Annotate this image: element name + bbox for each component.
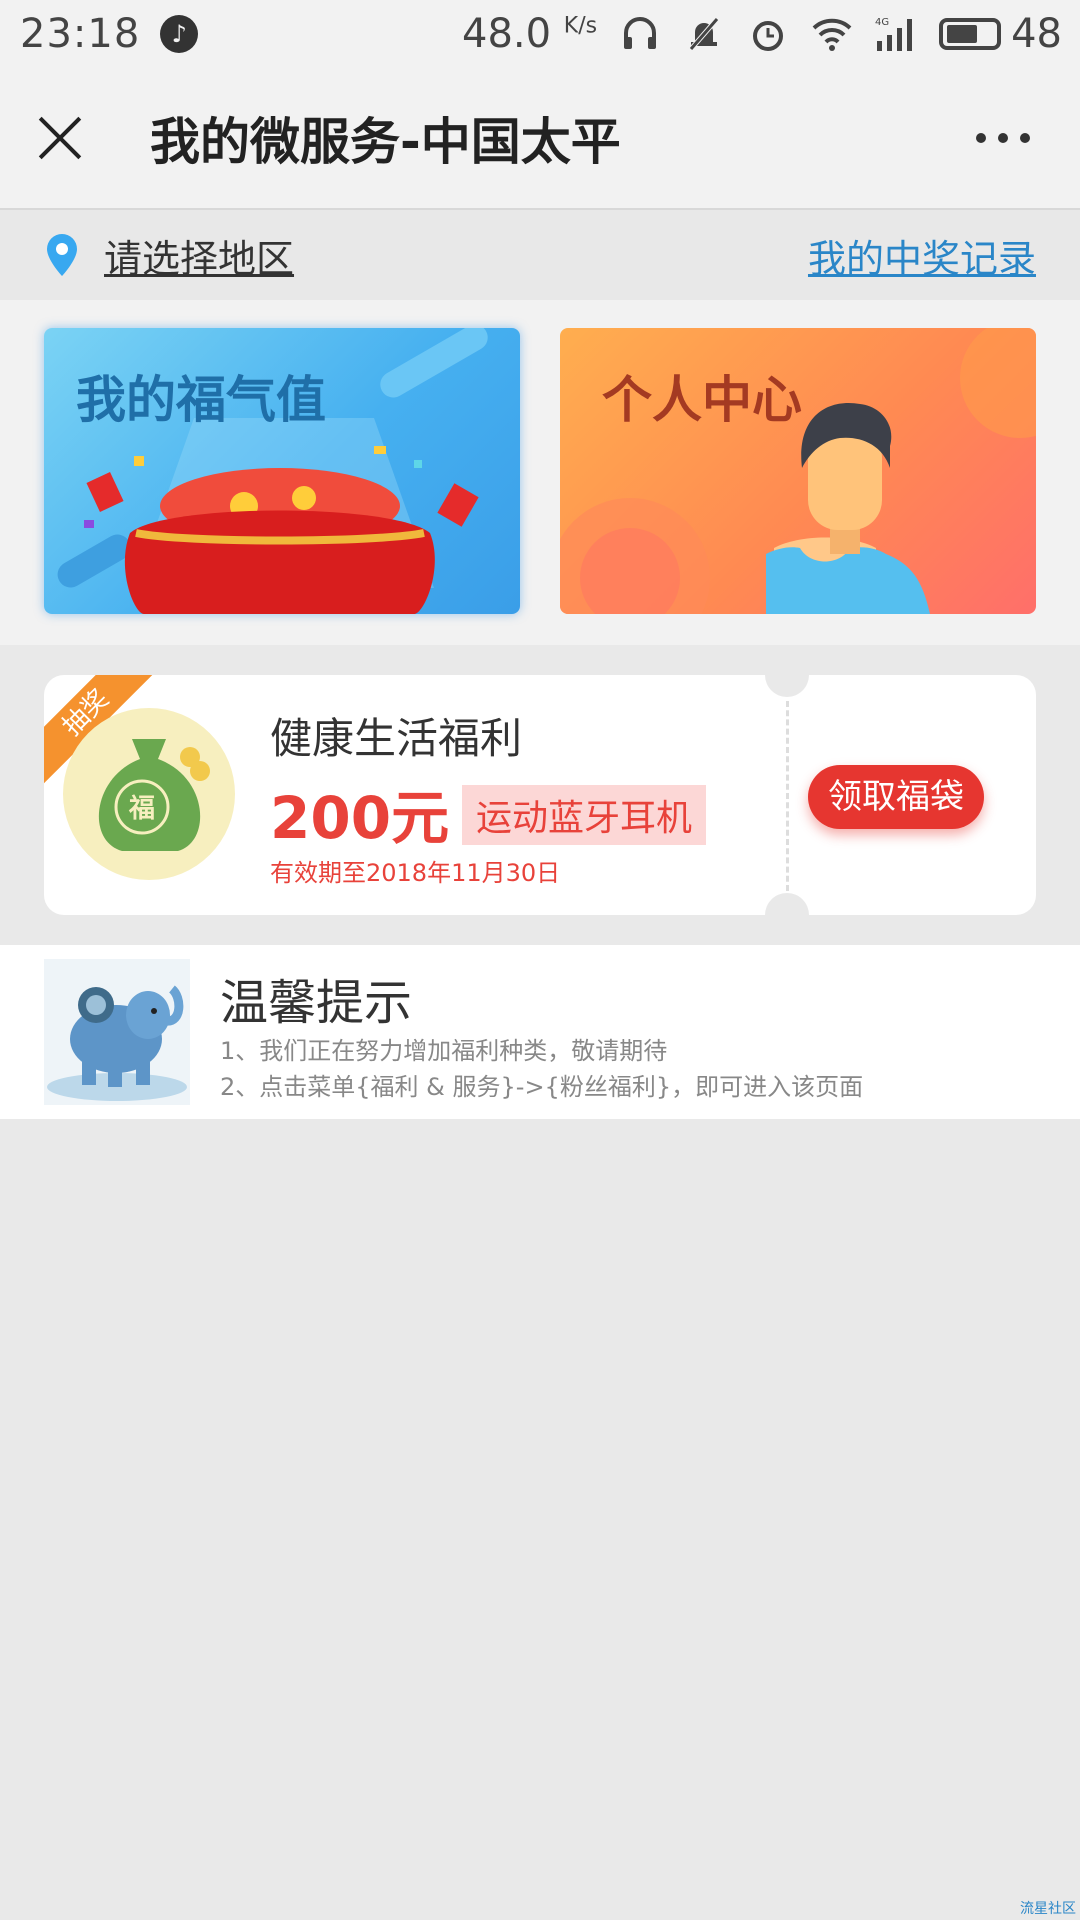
coupon-section: 抽奖 福 健康生活福利 200元 运动蓝牙耳机 有效期至2018年11月30日 … <box>0 645 1080 945</box>
more-menu-button[interactable] <box>976 133 1030 143</box>
app-notification-icon: ♪ <box>160 15 199 53</box>
coupon-title: 健康生活福利 <box>270 714 523 763</box>
location-pin-icon <box>47 234 77 276</box>
battery-percent: 48 <box>1011 11 1062 57</box>
tips-section: 温馨提示 1、我们正在努力增加福利种类，敬请期待 2、点击菜单{福利 & 服务}… <box>0 945 1080 1119</box>
coupon-divider <box>786 701 789 891</box>
elephant-mascot-icon <box>44 959 190 1105</box>
more-dot-icon <box>1020 133 1030 143</box>
more-dot-icon <box>998 133 1008 143</box>
svg-text:4G: 4G <box>875 17 889 28</box>
bag-character: 福 <box>128 794 155 824</box>
personal-center-banner[interactable]: 个人中心 <box>560 328 1036 614</box>
region-select-link[interactable]: 请选择地区 <box>104 228 294 283</box>
tips-line-1: 1、我们正在努力增加福利种类，敬请期待 <box>220 1037 668 1065</box>
status-bar: 23:18 ♪ 48.0 K/s 4G 48 <box>0 0 1080 68</box>
banner-section: 我的福气值 个人中心 <box>0 300 1080 645</box>
coupon-amount: 200元 <box>270 784 450 852</box>
personal-center-title: 个人中心 <box>602 371 802 429</box>
status-icons: 48.0 K/s 4G 48 <box>462 11 1062 57</box>
fortune-bag-icon: 福 <box>63 708 235 880</box>
status-time: 23:18 <box>20 11 141 57</box>
alarm-icon <box>747 13 789 55</box>
coupon-notch <box>765 675 809 697</box>
coupon-prize-tag: 运动蓝牙耳机 <box>462 785 707 845</box>
tips-title: 温馨提示 <box>220 975 413 1031</box>
battery-icon <box>939 18 1002 50</box>
watermark: 流星社区 <box>1020 1901 1076 1917</box>
network-speed: 48.0 K/s <box>462 11 598 57</box>
welfare-coupon-card: 抽奖 福 健康生活福利 200元 运动蓝牙耳机 有效期至2018年11月30日 … <box>44 675 1036 915</box>
claim-bag-button[interactable]: 领取福袋 <box>808 765 984 829</box>
wifi-icon <box>811 13 853 55</box>
tips-line-2: 2、点击菜单{福利 & 服务}->{粉丝福利}，即可进入该页面 <box>220 1073 864 1101</box>
coupon-notch <box>765 893 809 915</box>
more-dot-icon <box>976 133 986 143</box>
prize-record-link[interactable]: 我的中奖记录 <box>808 228 1036 283</box>
fortune-value-banner[interactable]: 我的福气值 <box>44 328 520 614</box>
mute-bell-icon <box>683 13 725 55</box>
location-row: 请选择地区 我的中奖记录 <box>0 210 1080 300</box>
signal-4g-icon: 4G <box>875 13 917 55</box>
battery-indicator: 48 <box>939 11 1062 57</box>
close-button[interactable] <box>30 108 90 168</box>
app-bar: 我的微服务-中国太平 <box>0 68 1080 210</box>
fortune-value-title: 我的福气值 <box>76 371 326 429</box>
coupon-validity: 有效期至2018年11月30日 <box>270 859 561 887</box>
headphones-icon <box>619 13 661 55</box>
page-title: 我的微服务-中国太平 <box>150 113 621 171</box>
